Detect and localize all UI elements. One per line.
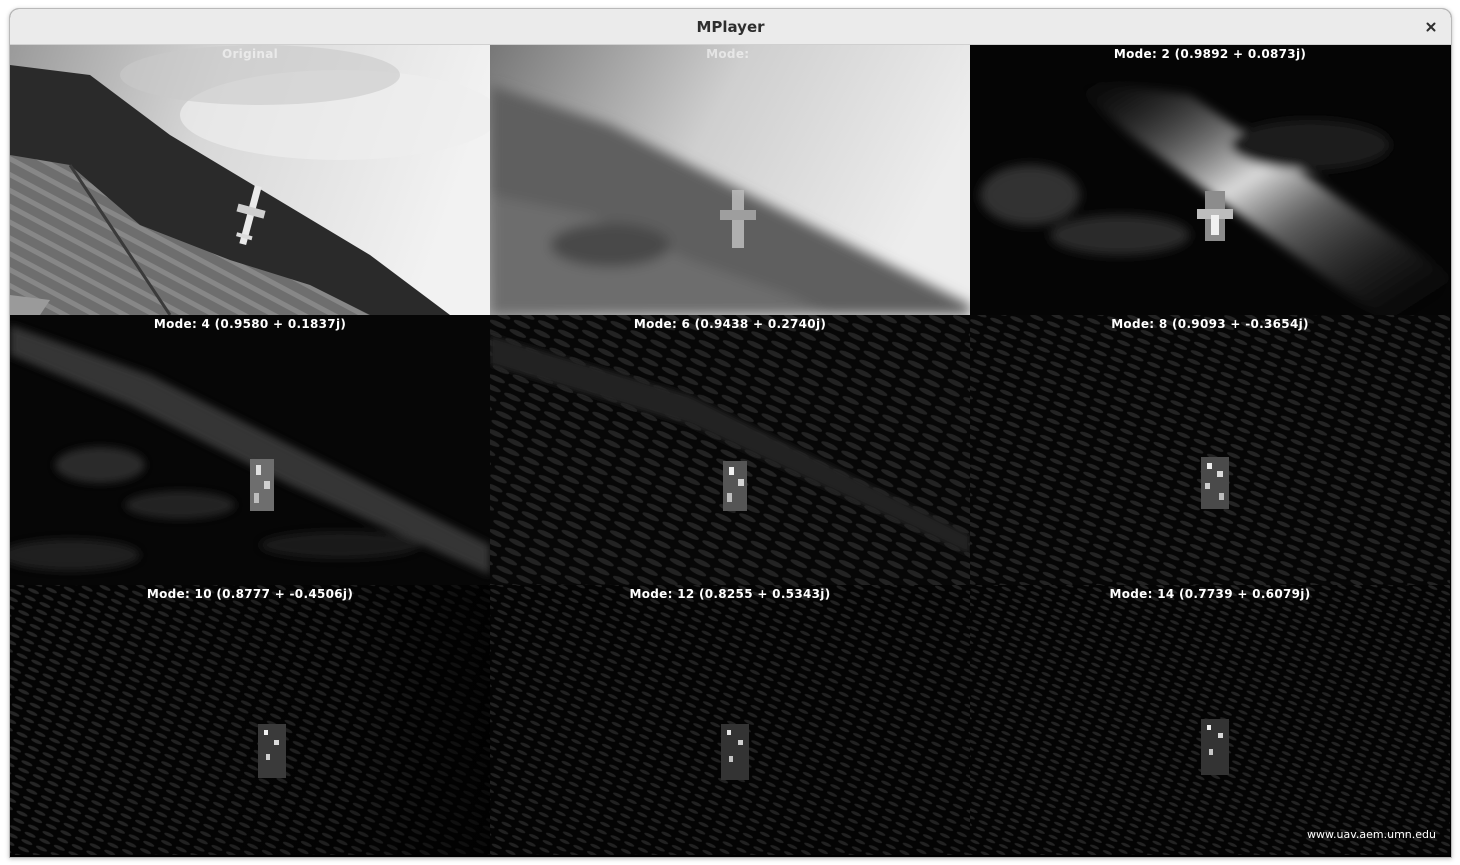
panel-label: Mode: 6 (0.9438 + 0.2740j) — [633, 317, 827, 331]
panel-label: Mode: 2 (0.9892 + 0.0873j) — [1113, 47, 1307, 61]
video-panel-mode-12: Mode: 12 (0.8255 + 0.5343j) — [490, 585, 970, 855]
video-grid: Original Mode: Mode: 2 (0.9892 + 0.0873j… — [10, 45, 1450, 855]
mode-8-frame-image — [970, 315, 1450, 585]
watermark-url: www.uav.aem.umn.edu — [1307, 828, 1436, 841]
panel-label: Mode: 12 (0.8255 + 0.5343j) — [629, 587, 831, 601]
title-bar[interactable]: MPlayer — [10, 9, 1451, 45]
video-panel-mode-0: Mode: — [490, 45, 970, 315]
mode-0-frame-image — [490, 45, 970, 315]
mode-2-frame-image — [970, 45, 1450, 315]
panel-label: Mode: 4 (0.9580 + 0.1837j) — [153, 317, 347, 331]
mplayer-window: MPlayer Original Mode: Mode: 2 (0.9892 +… — [9, 8, 1452, 858]
panel-label: Mode: — [706, 47, 754, 61]
video-panel-mode-6: Mode: 6 (0.9438 + 0.2740j) — [490, 315, 970, 585]
video-panel-mode-10: Mode: 10 (0.8777 + -0.4506j) — [10, 585, 490, 855]
close-button[interactable] — [1419, 15, 1443, 39]
video-panel-mode-14: Mode: 14 (0.7739 + 0.6079j) www.uav.aem.… — [970, 585, 1450, 855]
window-title: MPlayer — [696, 18, 765, 36]
aircraft-marker — [721, 724, 749, 780]
panel-label: Original — [221, 47, 279, 61]
panel-label: Mode: 8 (0.9093 + -0.3654j) — [1111, 317, 1309, 331]
aircraft-marker — [258, 724, 286, 778]
panel-label: Mode: 14 (0.7739 + 0.6079j) — [1109, 587, 1311, 601]
mode-14-frame-image — [970, 585, 1450, 855]
mode-12-frame-image — [490, 585, 970, 855]
mode-10-frame-image — [10, 585, 490, 855]
aircraft-marker — [723, 461, 747, 511]
aircraft-marker — [1201, 719, 1229, 775]
original-frame-image — [10, 45, 490, 315]
video-panel-mode-2: Mode: 2 (0.9892 + 0.0873j) — [970, 45, 1450, 315]
video-panel-mode-4: Mode: 4 (0.9580 + 0.1837j) — [10, 315, 490, 585]
panel-label: Mode: 10 (0.8777 + -0.4506j) — [146, 587, 354, 601]
aircraft-marker — [250, 459, 274, 511]
video-panel-mode-8: Mode: 8 (0.9093 + -0.3654j) — [970, 315, 1450, 585]
video-panel-original: Original — [10, 45, 490, 315]
mode-6-frame-image — [490, 315, 970, 585]
mode-4-frame-image — [10, 315, 490, 585]
close-icon — [1426, 22, 1436, 32]
aircraft-marker — [1201, 457, 1229, 509]
